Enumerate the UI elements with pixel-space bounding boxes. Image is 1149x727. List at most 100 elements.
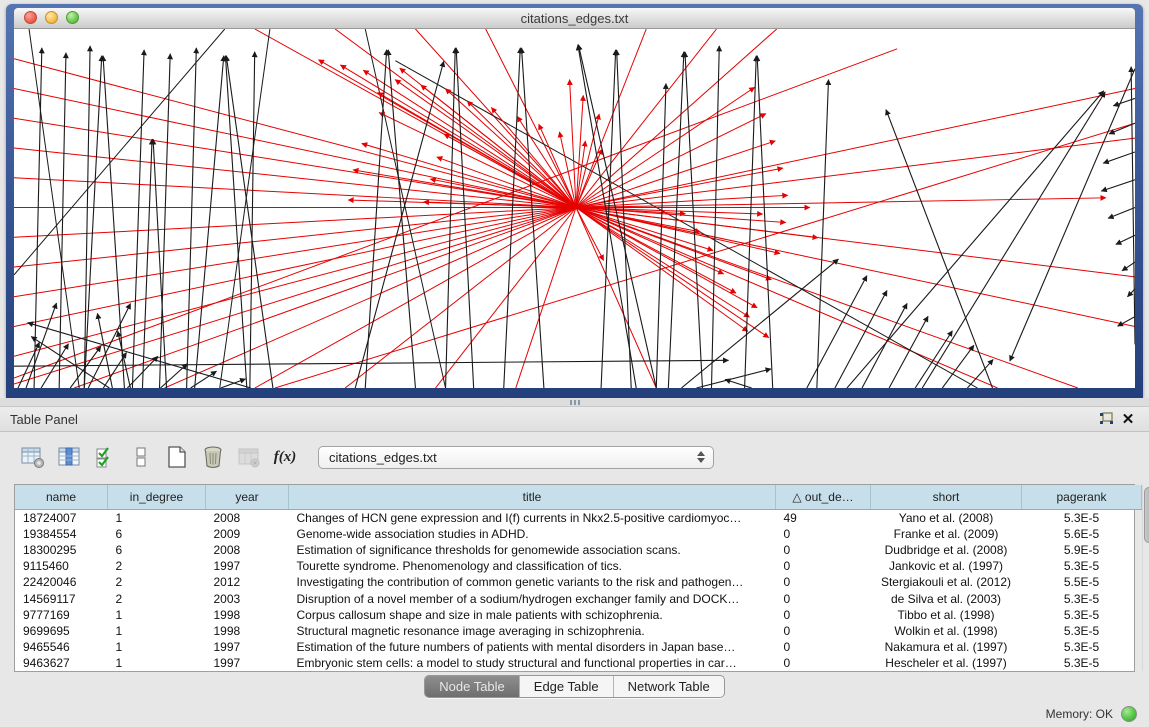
table-cell[interactable]: 9465546: [15, 639, 108, 655]
column-header-in_degree[interactable]: in_degree: [108, 485, 206, 510]
table-row[interactable]: 911546021997Tourette syndrome. Phenomeno…: [15, 558, 1142, 574]
table-cell[interactable]: Disruption of a novel member of a sodium…: [289, 590, 776, 606]
table-cell[interactable]: de Silva et al. (2003): [871, 590, 1022, 606]
table-cell[interactable]: 5.3E-5: [1022, 590, 1142, 606]
column-header-year[interactable]: year: [206, 485, 289, 510]
select-all-button[interactable]: [90, 443, 120, 471]
table-cell[interactable]: 2009: [206, 526, 289, 542]
table-cell[interactable]: Dudbridge et al. (2008): [871, 542, 1022, 558]
table-cell[interactable]: Estimation of significance thresholds fo…: [289, 542, 776, 558]
table-cell[interactable]: 1: [108, 510, 206, 527]
table-cell[interactable]: Investigating the contribution of common…: [289, 574, 776, 590]
panel-splitter[interactable]: [0, 398, 1149, 406]
table-cell[interactable]: 6: [108, 542, 206, 558]
table-cell[interactable]: 1998: [206, 623, 289, 639]
table-cell[interactable]: 6: [108, 526, 206, 542]
table-cell[interactable]: 2008: [206, 510, 289, 527]
scrollbar-thumb[interactable]: [1144, 487, 1149, 543]
table-cell[interactable]: 2003: [206, 590, 289, 606]
column-header-pagerank[interactable]: pagerank: [1022, 485, 1142, 510]
table-settings-button[interactable]: [18, 443, 48, 471]
table-cell[interactable]: 1997: [206, 655, 289, 671]
delete-column-button[interactable]: [198, 443, 228, 471]
table-cell[interactable]: 5.3E-5: [1022, 607, 1142, 623]
unselect-rows-button[interactable]: [126, 443, 156, 471]
column-header-title[interactable]: title: [289, 485, 776, 510]
table-cell[interactable]: 18300295: [15, 542, 108, 558]
table-cell[interactable]: 0: [776, 574, 871, 590]
tab-node-table[interactable]: Node Table: [425, 676, 519, 697]
table-cell[interactable]: Embryonic stem cells: a model to study s…: [289, 655, 776, 671]
table-cell[interactable]: 1997: [206, 639, 289, 655]
table-cell[interactable]: 0: [776, 590, 871, 606]
table-cell[interactable]: 14569117: [15, 590, 108, 606]
table-cell[interactable]: Tibbo et al. (1998): [871, 607, 1022, 623]
table-cell[interactable]: 49: [776, 510, 871, 527]
memory-ok-led-icon[interactable]: [1121, 706, 1137, 722]
table-chooser-dropdown[interactable]: citations_edges.txt: [318, 446, 714, 469]
table-cell[interactable]: 2008: [206, 542, 289, 558]
table-cell[interactable]: 22420046: [15, 574, 108, 590]
table-cell[interactable]: Genome-wide association studies in ADHD.: [289, 526, 776, 542]
new-column-button[interactable]: [162, 443, 192, 471]
column-header-out_de[interactable]: △ out_de…: [776, 485, 871, 510]
table-cell[interactable]: 0: [776, 542, 871, 558]
close-panel-button[interactable]: ✕: [1117, 409, 1139, 429]
table-cell[interactable]: 1: [108, 607, 206, 623]
table-cell[interactable]: 2: [108, 590, 206, 606]
column-header-name[interactable]: name: [15, 485, 108, 510]
table-row[interactable]: 977716911998Corpus callosum shape and si…: [15, 607, 1142, 623]
table-cell[interactable]: Franke et al. (2009): [871, 526, 1022, 542]
citation-network-graph[interactable]: [14, 29, 1135, 388]
table-cell[interactable]: 0: [776, 558, 871, 574]
tab-network-table[interactable]: Network Table: [613, 676, 724, 697]
table-cell[interactable]: Hescheler et al. (1997): [871, 655, 1022, 671]
table-row[interactable]: 946554611997Estimation of the future num…: [15, 639, 1142, 655]
table-cell[interactable]: 5.9E-5: [1022, 542, 1142, 558]
table-cell[interactable]: Wolkin et al. (1998): [871, 623, 1022, 639]
table-cell[interactable]: 0: [776, 526, 871, 542]
table-cell[interactable]: Yano et al. (2008): [871, 510, 1022, 527]
table-cell[interactable]: 2: [108, 558, 206, 574]
table-cell[interactable]: Stergiakouli et al. (2012): [871, 574, 1022, 590]
table-cell[interactable]: 5.3E-5: [1022, 510, 1142, 527]
table-cell[interactable]: 19384554: [15, 526, 108, 542]
column-header-short[interactable]: short: [871, 485, 1022, 510]
table-cell[interactable]: 1998: [206, 607, 289, 623]
table-cell[interactable]: 1: [108, 623, 206, 639]
float-panel-button[interactable]: [1095, 409, 1117, 429]
table-scrollbar[interactable]: [1142, 485, 1143, 671]
table-cell[interactable]: 1997: [206, 558, 289, 574]
table-cell[interactable]: Tourette syndrome. Phenomenology and cla…: [289, 558, 776, 574]
table-row[interactable]: 2242004622012Investigating the contribut…: [15, 574, 1142, 590]
table-row[interactable]: 946362711997Embryonic stem cells: a mode…: [15, 655, 1142, 671]
table-cell[interactable]: 0: [776, 655, 871, 671]
table-cell[interactable]: Jankovic et al. (1997): [871, 558, 1022, 574]
table-cell[interactable]: 0: [776, 623, 871, 639]
table-cell[interactable]: 2: [108, 574, 206, 590]
delete-table-button[interactable]: [234, 443, 264, 471]
table-row[interactable]: 1456911722003Disruption of a novel membe…: [15, 590, 1142, 606]
table-cell[interactable]: 18724007: [15, 510, 108, 527]
table-cell[interactable]: Structural magnetic resonance image aver…: [289, 623, 776, 639]
table-cell[interactable]: 1: [108, 639, 206, 655]
table-cell[interactable]: 5.3E-5: [1022, 639, 1142, 655]
table-cell[interactable]: 0: [776, 607, 871, 623]
table-cell[interactable]: Estimation of the future numbers of pati…: [289, 639, 776, 655]
table-cell[interactable]: 5.3E-5: [1022, 655, 1142, 671]
table-cell[interactable]: Corpus callosum shape and size in male p…: [289, 607, 776, 623]
table-cell[interactable]: Changes of HCN gene expression and I(f) …: [289, 510, 776, 527]
table-cell[interactable]: 5.5E-5: [1022, 574, 1142, 590]
table-cell[interactable]: 5.3E-5: [1022, 623, 1142, 639]
table-cell[interactable]: 5.6E-5: [1022, 526, 1142, 542]
table-cell[interactable]: 1: [108, 655, 206, 671]
network-canvas[interactable]: [14, 29, 1135, 388]
table-row[interactable]: 969969511998Structural magnetic resonanc…: [15, 623, 1142, 639]
table-cell[interactable]: 9115460: [15, 558, 108, 574]
table-cell[interactable]: 9699695: [15, 623, 108, 639]
table-cell[interactable]: 0: [776, 639, 871, 655]
function-builder-button[interactable]: f(x): [270, 443, 300, 471]
table-row[interactable]: 1872400712008Changes of HCN gene express…: [15, 510, 1142, 527]
tab-edge-table[interactable]: Edge Table: [519, 676, 613, 697]
table-cell[interactable]: 2012: [206, 574, 289, 590]
